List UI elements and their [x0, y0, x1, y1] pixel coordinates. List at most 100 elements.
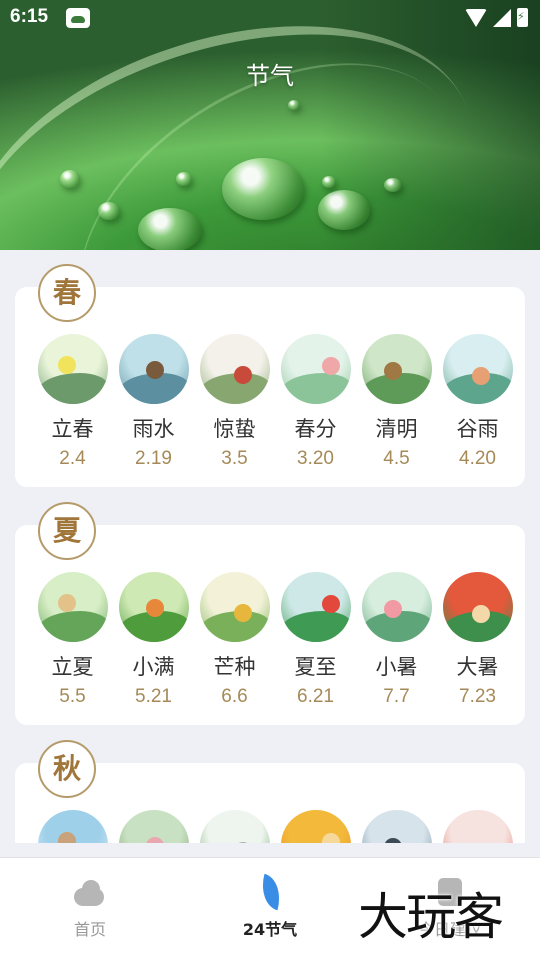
leaf-icon: [250, 874, 290, 910]
signal-icon: [493, 8, 511, 27]
illustration-accent: [471, 367, 490, 385]
solar-term-date: 5.21: [135, 686, 172, 707]
solar-term-illustration: [199, 810, 270, 843]
illustration-accent: [471, 605, 490, 623]
solar-term-name: 清明: [375, 417, 418, 441]
page-title: 节气: [246, 62, 294, 90]
status-bar: 6:15: [0, 0, 540, 36]
illustration-accent: [57, 594, 76, 612]
nav-tab-solar-terms[interactable]: 24节气: [210, 874, 330, 940]
watermark-logo: 大玩客: [358, 888, 504, 946]
water-drop: [384, 178, 402, 192]
solar-term-illustration: [361, 572, 432, 642]
solar-term-illustration: [37, 572, 108, 642]
solar-term-illustration: [442, 810, 513, 843]
solar-term-illustration: [37, 810, 108, 843]
solar-term-name: 小满: [132, 655, 175, 679]
illustration-accent: [145, 361, 164, 379]
water-drop: [138, 208, 202, 250]
solar-term-illustration: [280, 334, 351, 404]
solar-term-item[interactable]: 芒种 6.6: [194, 572, 275, 708]
solar-term-illustration: [118, 810, 189, 843]
season-badge-spring: 春: [38, 264, 96, 322]
solar-term-illustration: [280, 572, 351, 642]
weather-notification-icon: [66, 8, 90, 28]
solar-term-item[interactable]: 立春 2.4: [32, 334, 113, 470]
illustration-ground: [37, 372, 108, 404]
solar-term-date: 4.20: [459, 448, 496, 469]
water-drop: [322, 176, 336, 188]
solar-term-name: 谷雨: [456, 417, 499, 441]
solar-term-name: 小暑: [375, 655, 418, 679]
illustration-accent: [57, 832, 76, 843]
solar-term-row: 立夏 5.5 小满 5.21 芒种 6.6 夏至 6.21 小暑 7.7 大暑 7.23: [32, 572, 518, 708]
cloud-sun-icon: [70, 874, 110, 910]
solar-term-illustration: [361, 810, 432, 843]
solar-term-name: 春分: [294, 417, 337, 441]
water-drop: [222, 158, 304, 220]
solar-term-name: 立夏: [51, 655, 94, 679]
illustration-accent: [57, 356, 76, 374]
solar-term-item[interactable]: 立夏 5.5: [32, 572, 113, 708]
solar-term-illustration: [199, 334, 270, 404]
solar-terms-list[interactable]: 春 夏 秋 立春 2.4 雨水 2.19 惊蛰 3.5 春分 3.20 清明 4.5 谷雨 4.20 立…: [0, 250, 540, 843]
battery-charging-icon: [517, 8, 528, 27]
illustration-accent: [383, 600, 402, 618]
nav-tab-home[interactable]: 首页: [30, 874, 150, 940]
illustration-accent: [321, 357, 340, 375]
season-badge-autumn: 秋: [38, 740, 96, 798]
solar-term-item[interactable]: [194, 810, 275, 843]
solar-term-item[interactable]: 小暑 7.7: [356, 572, 437, 708]
solar-term-date: 2.19: [135, 448, 172, 469]
solar-term-item[interactable]: [275, 810, 356, 843]
solar-term-name: 芒种: [213, 655, 256, 679]
solar-term-name: 雨水: [132, 417, 175, 441]
illustration-accent: [233, 604, 252, 622]
water-drop: [288, 100, 300, 110]
solar-term-item[interactable]: 惊蛰 3.5: [194, 334, 275, 470]
solar-term-item[interactable]: 清明 4.5: [356, 334, 437, 470]
solar-term-date: 5.5: [59, 686, 86, 707]
solar-term-illustration: [118, 572, 189, 642]
solar-term-illustration: [442, 572, 513, 642]
header-banner: 6:15 节气: [0, 0, 540, 250]
solar-term-illustration: [199, 572, 270, 642]
solar-term-item[interactable]: 春分 3.20: [275, 334, 356, 470]
solar-term-date: 2.4: [59, 448, 86, 469]
solar-term-date: 3.20: [297, 448, 334, 469]
solar-term-item[interactable]: [356, 810, 437, 843]
nav-label-solar-terms: 24节气: [242, 920, 298, 939]
solar-term-illustration: [37, 334, 108, 404]
solar-term-row: [32, 810, 518, 843]
solar-term-item[interactable]: 夏至 6.21: [275, 572, 356, 708]
solar-term-item[interactable]: [437, 810, 518, 843]
solar-term-item[interactable]: 雨水 2.19: [113, 334, 194, 470]
illustration-ground: [280, 372, 351, 404]
solar-term-row: 立春 2.4 雨水 2.19 惊蛰 3.5 春分 3.20 清明 4.5 谷雨 4.20: [32, 334, 518, 470]
water-drop: [176, 172, 192, 186]
solar-term-item[interactable]: 大暑 7.23: [437, 572, 518, 708]
water-drop: [98, 202, 120, 220]
illustration-ground: [280, 610, 351, 642]
water-drop: [60, 170, 80, 188]
illustration-accent: [233, 366, 252, 384]
illustration-accent: [145, 837, 164, 843]
solar-term-illustration: [280, 810, 351, 843]
illustration-accent: [321, 595, 340, 613]
illustration-accent: [145, 599, 164, 617]
wifi-icon: [465, 8, 487, 27]
illustration-accent: [233, 842, 252, 843]
season-badge-summer: 夏: [38, 502, 96, 560]
solar-term-item[interactable]: 小满 5.21: [113, 572, 194, 708]
solar-term-name: 立春: [51, 417, 94, 441]
solar-term-date: 6.21: [297, 686, 334, 707]
illustration-accent: [383, 838, 402, 843]
solar-term-name: 夏至: [294, 655, 337, 679]
water-drop: [318, 190, 370, 230]
solar-term-item[interactable]: 谷雨 4.20: [437, 334, 518, 470]
solar-term-item[interactable]: [113, 810, 194, 843]
solar-term-item[interactable]: [32, 810, 113, 843]
solar-term-date: 6.6: [221, 686, 248, 707]
solar-term-name: 惊蛰: [213, 417, 256, 441]
illustration-ground: [37, 610, 108, 642]
